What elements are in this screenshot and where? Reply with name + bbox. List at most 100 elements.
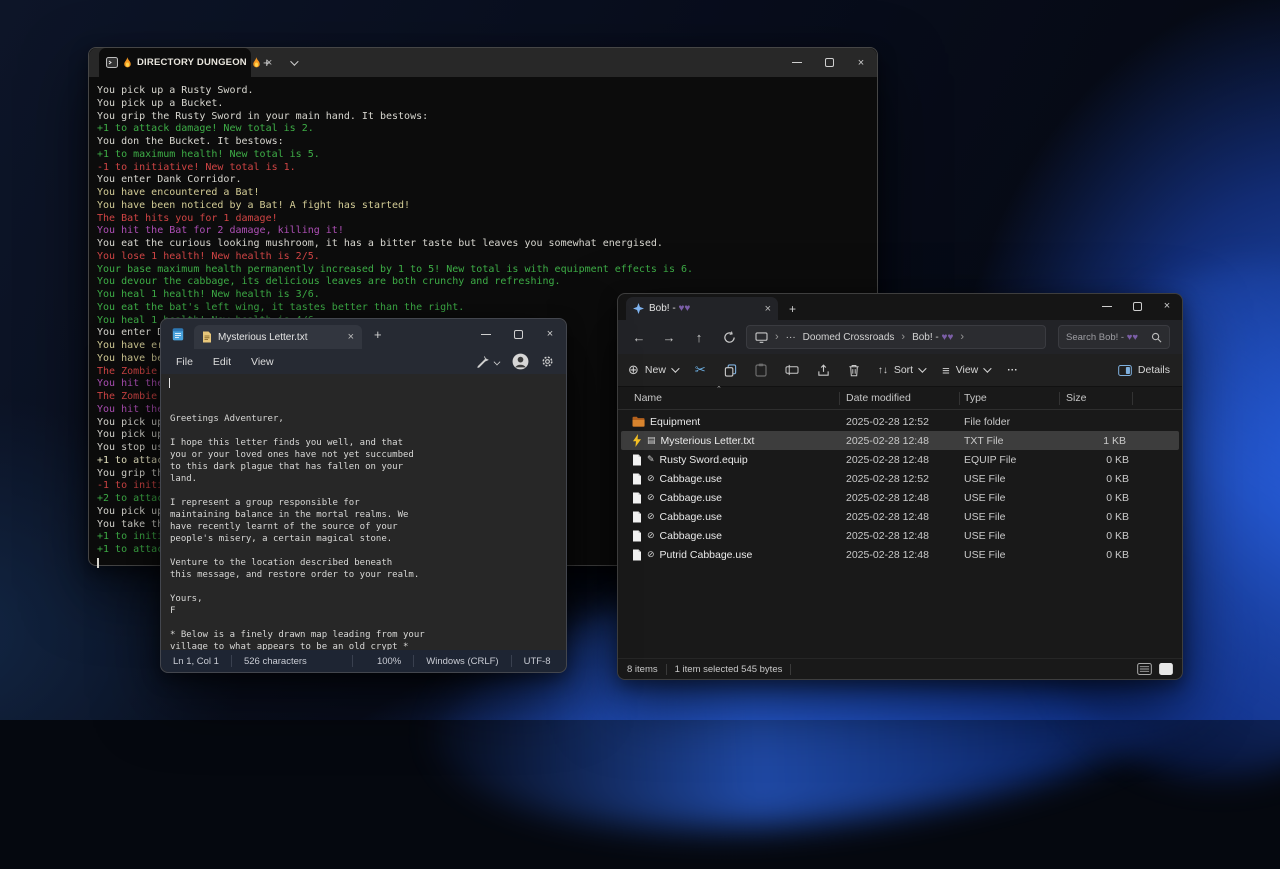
chevron-down-icon bbox=[494, 358, 501, 365]
line-endings[interactable]: Windows (CRLF) bbox=[414, 656, 510, 667]
notepad-line: land. bbox=[170, 473, 566, 485]
file-emoji: ⊘ bbox=[647, 549, 655, 560]
notepad-line bbox=[170, 581, 566, 593]
terminal-titlebar[interactable]: DIRECTORY DUNGEON × + × bbox=[89, 48, 877, 77]
file-row[interactable]: ⊘Cabbage.use2025-02-28 12:48USE File0 KB bbox=[618, 526, 1182, 545]
explorer-addressbar: ← → ↑ › ··· Doomed Crossroads › Bob! - ♥… bbox=[618, 320, 1182, 354]
large-icons-view-button[interactable] bbox=[1159, 663, 1173, 675]
encoding[interactable]: UTF-8 bbox=[512, 656, 563, 667]
file-name: Equipment bbox=[650, 416, 700, 428]
column-divider[interactable] bbox=[959, 392, 960, 405]
maximize-icon bbox=[1133, 302, 1142, 311]
notepad-line: have recently learnt of the source of yo… bbox=[170, 521, 566, 533]
notepad-tab[interactable]: Mysterious Letter.txt × bbox=[194, 325, 362, 349]
file-row[interactable]: ▤Mysterious Letter.txt2025-02-28 12:48TX… bbox=[621, 431, 1179, 450]
minimize-button[interactable] bbox=[470, 319, 502, 349]
column-header-size[interactable]: Size bbox=[1066, 392, 1086, 404]
address-input[interactable]: › ··· Doomed Crossroads › Bob! - ♥♥ › bbox=[746, 325, 1046, 349]
minimize-icon bbox=[1102, 306, 1112, 307]
maximize-icon bbox=[825, 58, 834, 67]
file-date: 2025-02-28 12:52 bbox=[830, 473, 948, 485]
explorer-tab-title: Bob! - ♥♥ bbox=[649, 303, 690, 314]
minimize-button[interactable] bbox=[781, 48, 813, 77]
breadcrumb-overflow[interactable]: ··· bbox=[786, 332, 796, 343]
paste-button[interactable] bbox=[755, 363, 767, 377]
cut-button[interactable]: ✂ bbox=[695, 362, 706, 378]
minimize-icon bbox=[792, 62, 802, 63]
zoom-level[interactable]: 100% bbox=[365, 656, 413, 667]
maximize-button[interactable] bbox=[1122, 294, 1152, 318]
terminal-line: +1 to attack damage! New total is 2. bbox=[97, 123, 877, 136]
column-divider[interactable] bbox=[839, 392, 840, 405]
new-tab-button[interactable]: + bbox=[374, 327, 382, 342]
back-button[interactable]: ← bbox=[626, 330, 652, 345]
close-button[interactable]: × bbox=[1152, 294, 1182, 318]
share-button[interactable] bbox=[817, 364, 830, 377]
new-tab-button[interactable]: + bbox=[263, 55, 271, 70]
settings-gear-icon[interactable] bbox=[541, 355, 554, 368]
zap-file-icon bbox=[632, 434, 642, 447]
rename-button[interactable] bbox=[785, 364, 799, 376]
column-header-name[interactable]: Name bbox=[634, 392, 662, 404]
menu-view[interactable]: View bbox=[242, 353, 283, 371]
search-input[interactable]: Search Bob! - ♥♥ bbox=[1058, 325, 1170, 349]
search-placeholder: Search Bob! - ♥♥ bbox=[1066, 332, 1138, 343]
file-row[interactable]: Equipment2025-02-28 12:52File folder bbox=[618, 412, 1182, 431]
maximize-button[interactable] bbox=[502, 319, 534, 349]
breadcrumb-item[interactable]: Doomed Crossroads bbox=[803, 332, 895, 343]
menu-edit[interactable]: Edit bbox=[204, 353, 240, 371]
view-button[interactable]: ≡ View bbox=[942, 363, 989, 378]
file-date: 2025-02-28 12:52 bbox=[830, 416, 948, 428]
chevron-down-icon bbox=[290, 57, 298, 65]
notepad-text-area[interactable]: Greetings Adventurer, I hope this letter… bbox=[161, 374, 566, 652]
file-size: 0 KB bbox=[1043, 530, 1129, 542]
forward-button[interactable]: → bbox=[656, 330, 682, 345]
details-pane-button[interactable]: Details bbox=[1118, 364, 1170, 376]
cut-icon: ✂ bbox=[695, 362, 706, 378]
notepad-titlebar[interactable]: Mysterious Letter.txt × + × bbox=[161, 319, 566, 349]
close-button[interactable]: × bbox=[534, 319, 566, 349]
tab-close-icon[interactable]: × bbox=[348, 331, 354, 343]
notepad-line bbox=[170, 425, 566, 437]
sort-button[interactable]: ↑↓ Sort bbox=[878, 364, 924, 376]
close-button[interactable]: × bbox=[845, 48, 877, 77]
delete-button[interactable] bbox=[848, 364, 860, 377]
file-emoji: ⊘ bbox=[647, 511, 655, 522]
tab-dropdown-button[interactable] bbox=[285, 58, 296, 68]
account-avatar[interactable] bbox=[512, 353, 529, 370]
file-row[interactable]: ⊘Cabbage.use2025-02-28 12:48USE File0 KB bbox=[618, 488, 1182, 507]
file-explorer-window: Bob! - ♥♥ × + × ← → ↑ › ··· Doomed Cross… bbox=[617, 293, 1183, 680]
notepad-line: you or your loved ones have not yet succ… bbox=[170, 449, 566, 461]
menu-file[interactable]: File bbox=[167, 353, 202, 371]
file-row[interactable]: ⊘Putrid Cabbage.use2025-02-28 12:48USE F… bbox=[618, 545, 1182, 564]
explorer-tabbar[interactable]: Bob! - ♥♥ × + × bbox=[618, 294, 1182, 320]
notepad-line bbox=[170, 545, 566, 557]
terminal-line: You enter Dank Corridor. bbox=[97, 174, 877, 187]
tab-close-icon[interactable]: × bbox=[765, 303, 771, 315]
file-row[interactable]: ✎Rusty Sword.equip2025-02-28 12:48EQUIP … bbox=[618, 450, 1182, 469]
new-tab-button[interactable]: + bbox=[789, 302, 796, 316]
column-header-date[interactable]: Date modified bbox=[846, 392, 911, 404]
copy-button[interactable] bbox=[724, 364, 737, 377]
view-icon: ≡ bbox=[942, 363, 950, 378]
file-row[interactable]: ⊘Cabbage.use2025-02-28 12:52USE File0 KB bbox=[618, 469, 1182, 488]
more-options-button[interactable]: ··· bbox=[1007, 364, 1018, 376]
status-divider bbox=[666, 664, 667, 675]
column-divider[interactable] bbox=[1059, 392, 1060, 405]
column-header-type[interactable]: Type bbox=[964, 392, 987, 404]
breadcrumb-item-current[interactable]: Bob! - ♥♥ bbox=[912, 332, 953, 343]
copilot-button[interactable] bbox=[476, 355, 500, 368]
minimize-button[interactable] bbox=[1092, 294, 1122, 318]
explorer-tab[interactable]: Bob! - ♥♥ × bbox=[626, 297, 778, 320]
refresh-button[interactable] bbox=[716, 331, 742, 344]
maximize-button[interactable] bbox=[813, 48, 845, 77]
details-view-button[interactable] bbox=[1137, 663, 1152, 675]
up-button[interactable]: ↑ bbox=[686, 330, 712, 345]
new-button[interactable]: ⊕ New bbox=[628, 362, 677, 378]
file-emoji: ⊘ bbox=[647, 473, 655, 484]
file-type: TXT File bbox=[948, 435, 1043, 447]
file-row[interactable]: ⊘Cabbage.use2025-02-28 12:48USE File0 KB bbox=[618, 507, 1182, 526]
column-divider[interactable] bbox=[1132, 392, 1133, 405]
terminal-tab[interactable]: DIRECTORY DUNGEON × bbox=[99, 48, 251, 77]
sort-label: Sort bbox=[894, 364, 913, 376]
